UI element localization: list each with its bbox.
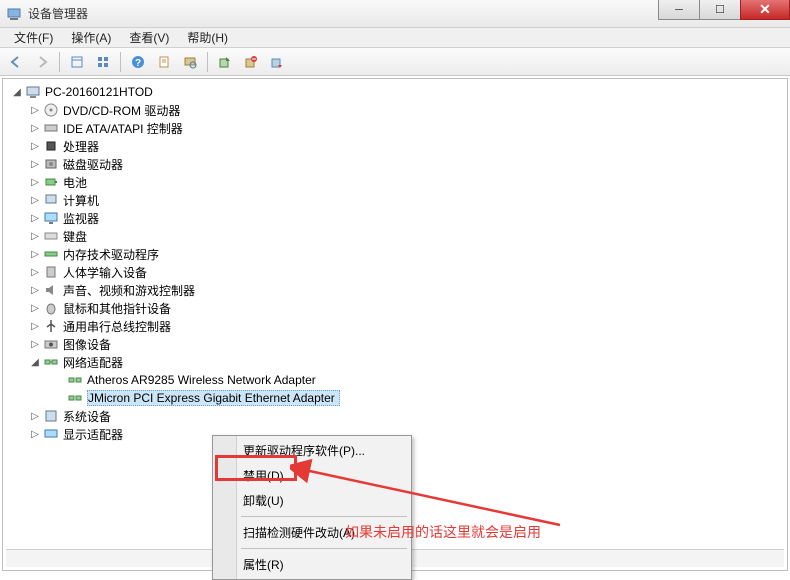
tree-node-battery[interactable]: ▷ 电池: [7, 173, 787, 191]
display-adapter-icon: [43, 426, 59, 442]
expand-icon[interactable]: ▷: [29, 266, 41, 278]
tree-node-memtech[interactable]: ▷ 内存技术驱动程序: [7, 245, 787, 263]
tree-node-network[interactable]: ◢ 网络适配器: [7, 353, 787, 371]
expand-icon[interactable]: ▷: [29, 104, 41, 116]
tree-node-usb[interactable]: ▷ 通用串行总线控制器: [7, 317, 787, 335]
expand-icon[interactable]: ▷: [29, 338, 41, 350]
show-hidden-button[interactable]: [65, 51, 89, 73]
tree-node-keyboard[interactable]: ▷ 键盘: [7, 227, 787, 245]
tree-node-monitor[interactable]: ▷ 监视器: [7, 209, 787, 227]
toolbar: ?: [0, 48, 790, 76]
menu-disable[interactable]: 禁用(D): [215, 463, 409, 488]
scan-button[interactable]: [178, 51, 202, 73]
annotation-text: 如果未启用的话这里就会是启用: [345, 522, 541, 542]
collapse-icon[interactable]: ◢: [11, 86, 23, 98]
expand-icon[interactable]: ▷: [29, 248, 41, 260]
menu-separator: [241, 516, 407, 517]
tree-node-ide[interactable]: ▷ IDE ATA/ATAPI 控制器: [7, 119, 787, 137]
ide-icon: [43, 120, 59, 136]
tree-node-sound[interactable]: ▷ 声音、视频和游戏控制器: [7, 281, 787, 299]
expand-icon[interactable]: ▷: [29, 410, 41, 422]
menu-file[interactable]: 文件(F): [6, 27, 61, 48]
menu-action[interactable]: 操作(A): [63, 27, 119, 48]
expand-icon[interactable]: ▷: [29, 428, 41, 440]
tree-node-computer[interactable]: ▷ 计算机: [7, 191, 787, 209]
context-menu-gutter: [213, 436, 237, 579]
context-menu: 更新驱动程序软件(P)... 禁用(D) 卸载(U) 扫描检测硬件改动(A) 属…: [212, 435, 412, 580]
computer-icon: [25, 84, 41, 100]
menu-bar: 文件(F) 操作(A) 查看(V) 帮助(H): [0, 28, 790, 48]
uninstall-button[interactable]: [239, 51, 263, 73]
minimize-button[interactable]: ─: [658, 0, 700, 20]
expand-icon[interactable]: ▷: [29, 158, 41, 170]
cpu-icon: [43, 138, 59, 154]
tree-node-dvd[interactable]: ▷ DVD/CD-ROM 驱动器: [7, 101, 787, 119]
menu-separator: [241, 548, 407, 549]
speaker-icon: [43, 282, 59, 298]
disc-icon: [43, 102, 59, 118]
selected-device-label: JMicron PCI Express Gigabit Ethernet Ada…: [87, 390, 340, 406]
toolbar-separator: [207, 52, 208, 72]
keyboard-icon: [43, 228, 59, 244]
expand-icon[interactable]: ▷: [29, 176, 41, 188]
help-button[interactable]: ?: [126, 51, 150, 73]
spacer: [53, 392, 65, 404]
update-driver-button[interactable]: [213, 51, 237, 73]
expand-icon[interactable]: ▷: [29, 140, 41, 152]
device-tree[interactable]: ◢ PC-20160121HTOD ▷ DVD/CD-ROM 驱动器 ▷ IDE…: [3, 79, 787, 443]
close-button[interactable]: ✕: [740, 0, 790, 20]
root-label: PC-20160121HTOD: [45, 85, 153, 99]
tree-node-hid[interactable]: ▷ 人体学输入设备: [7, 263, 787, 281]
toolbar-separator: [120, 52, 121, 72]
window-controls: ─ ☐ ✕: [658, 0, 790, 20]
menu-view[interactable]: 查看(V): [121, 27, 177, 48]
svg-text:?: ?: [135, 58, 141, 69]
view-mode-button[interactable]: [91, 51, 115, 73]
expand-icon[interactable]: ▷: [29, 320, 41, 332]
memory-icon: [43, 246, 59, 262]
disable-button[interactable]: [265, 51, 289, 73]
forward-button[interactable]: [30, 51, 54, 73]
monitor-icon: [43, 210, 59, 226]
usb-icon: [43, 318, 59, 334]
tree-node-system[interactable]: ▷ 系统设备: [7, 407, 787, 425]
menu-help[interactable]: 帮助(H): [179, 27, 236, 48]
menu-uninstall[interactable]: 卸载(U): [215, 488, 409, 513]
camera-icon: [43, 336, 59, 352]
pc-icon: [43, 192, 59, 208]
tree-node-cpu[interactable]: ▷ 处理器: [7, 137, 787, 155]
menu-properties[interactable]: 属性(R): [215, 552, 409, 577]
mouse-icon: [43, 300, 59, 316]
expand-icon[interactable]: ▷: [29, 302, 41, 314]
expand-icon[interactable]: ▷: [29, 212, 41, 224]
window-title: 设备管理器: [28, 5, 88, 22]
network-icon: [43, 354, 59, 370]
tree-node-atheros[interactable]: Atheros AR9285 Wireless Network Adapter: [7, 371, 787, 389]
expand-icon[interactable]: ▷: [29, 122, 41, 134]
menu-update-driver[interactable]: 更新驱动程序软件(P)...: [215, 438, 409, 463]
adapter-icon: [67, 390, 83, 406]
tree-node-mouse[interactable]: ▷ 鼠标和其他指针设备: [7, 299, 787, 317]
hid-icon: [43, 264, 59, 280]
battery-icon: [43, 174, 59, 190]
tree-node-jmicron[interactable]: JMicron PCI Express Gigabit Ethernet Ada…: [7, 389, 787, 407]
toolbar-separator: [59, 52, 60, 72]
back-button[interactable]: [4, 51, 28, 73]
tree-node-disk[interactable]: ▷ 磁盘驱动器: [7, 155, 787, 173]
disk-icon: [43, 156, 59, 172]
adapter-icon: [67, 372, 83, 388]
collapse-icon[interactable]: ◢: [29, 356, 41, 368]
maximize-button[interactable]: ☐: [699, 0, 741, 20]
title-bar: 设备管理器 ─ ☐ ✕: [0, 0, 790, 28]
expand-icon[interactable]: ▷: [29, 284, 41, 296]
expand-icon[interactable]: ▷: [29, 194, 41, 206]
app-icon: [6, 6, 22, 22]
expand-icon[interactable]: ▷: [29, 230, 41, 242]
tree-root[interactable]: ◢ PC-20160121HTOD: [7, 83, 787, 101]
system-icon: [43, 408, 59, 424]
spacer: [53, 374, 65, 386]
tree-node-imaging[interactable]: ▷ 图像设备: [7, 335, 787, 353]
properties-button[interactable]: [152, 51, 176, 73]
